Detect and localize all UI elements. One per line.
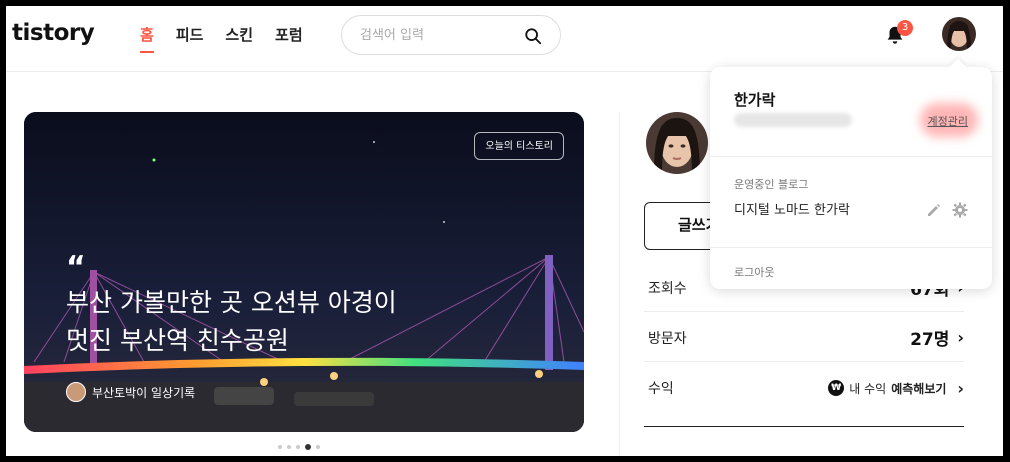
today-tistory-tag[interactable]: 오늘의 티스토리 <box>474 132 564 160</box>
stat-row-revenue[interactable]: 수익 ₩ 내 수익 예측해보기 › <box>644 364 964 412</box>
main-nav: 홈 피드 스킨 포럼 <box>140 24 325 53</box>
featured-post-author[interactable]: 부산토박이 일상기록 <box>66 382 195 402</box>
stat-row-visitors[interactable]: 방문자 27명 › <box>644 314 964 362</box>
nav-home[interactable]: 홈 <box>140 24 154 53</box>
stat-label-revenue: 수익 <box>648 381 674 397</box>
featured-post-card[interactable]: 오늘의 티스토리 “ 부산 가볼만한 곳 오션뷰 아경이 멋진 부산역 친수공원… <box>24 112 584 432</box>
stat-visitors: 27명 › <box>910 325 964 350</box>
search-box <box>341 15 561 55</box>
app-window: tistory 홈 피드 스킨 포럼 3 <box>6 6 1003 456</box>
account-name: 한가락 <box>734 91 776 109</box>
nav-feed[interactable]: 피드 <box>176 24 204 45</box>
author-avatar <box>66 382 86 402</box>
notification-badge: 3 <box>897 20 913 36</box>
carousel-dot[interactable] <box>316 445 320 449</box>
revenue-predict: 예측해보기 <box>891 381 947 396</box>
avatar[interactable] <box>942 17 976 51</box>
account-manage-link[interactable]: 계정관리 <box>928 113 968 129</box>
pencil-icon[interactable] <box>926 202 942 218</box>
featured-post-title[interactable]: 부산 가볼만한 곳 오션뷰 아경이 멋진 부산역 친수공원 <box>66 284 426 360</box>
tistory-logo[interactable]: tistory <box>12 20 95 46</box>
logout-link[interactable]: 로그아웃 <box>734 264 774 280</box>
carousel-dot[interactable] <box>278 445 282 449</box>
account-dropdown: 한가락 계정관리 운영중인 블로그 디지털 노마드 한가락 로그아웃 <box>710 67 992 289</box>
chevron-right-icon: › <box>957 378 964 398</box>
dropdown-divider <box>710 247 992 248</box>
blogs-section-label: 운영중인 블로그 <box>734 178 809 191</box>
carousel-dot-active[interactable] <box>305 444 311 450</box>
section-divider <box>644 426 964 427</box>
carousel-dot[interactable] <box>287 445 291 449</box>
won-icon: ₩ <box>828 380 845 396</box>
column-divider <box>619 112 620 456</box>
profile-avatar[interactable] <box>646 112 708 174</box>
nav-skin[interactable]: 스킨 <box>225 24 253 45</box>
stat-label-views: 조회수 <box>648 280 687 297</box>
carousel-dot[interactable] <box>296 445 300 449</box>
author-name: 부산토박이 일상기록 <box>92 385 196 400</box>
top-header: tistory 홈 피드 스킨 포럼 3 <box>6 6 1003 72</box>
search-input[interactable] <box>360 25 510 45</box>
revenue-prefix: 내 수익 <box>849 381 887 396</box>
revenue-link[interactable]: ₩ 내 수익 예측해보기 › <box>828 379 964 398</box>
dropdown-divider <box>710 156 992 157</box>
search-icon[interactable] <box>524 27 542 45</box>
quote-icon: “ <box>66 250 86 285</box>
carousel-pagination <box>278 444 320 450</box>
gear-icon[interactable] <box>952 202 968 218</box>
chevron-right-icon: › <box>957 328 964 347</box>
nav-forum[interactable]: 포럼 <box>275 24 303 45</box>
blog-link[interactable]: 디지털 노마드 한가락 <box>734 199 850 218</box>
stat-label-visitors: 방문자 <box>648 330 687 347</box>
account-email-blurred <box>734 113 852 127</box>
stat-value-visitors: 27명 <box>910 330 950 350</box>
